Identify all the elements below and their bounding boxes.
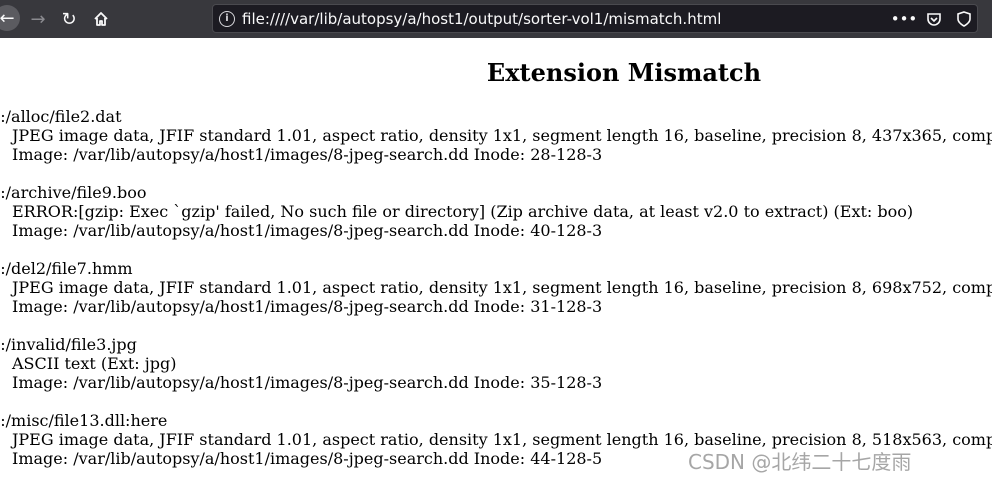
list-item: C:/del2/file7.hmm JPEG image data, JFIF … bbox=[0, 259, 992, 316]
home-button[interactable] bbox=[89, 7, 113, 31]
file-description: ERROR:[gzip: Exec `gzip' failed, No such… bbox=[12, 202, 914, 221]
image-info: Image: /var/lib/autopsy/a/host1/images/8… bbox=[12, 297, 603, 316]
list-item: C:/archive/file9.boo ERROR:[gzip: Exec `… bbox=[0, 183, 992, 240]
image-info: Image: /var/lib/autopsy/a/host1/images/8… bbox=[12, 373, 603, 392]
url-actions: ••• bbox=[891, 7, 977, 31]
file-path: C:/del2/file7.hmm bbox=[0, 259, 133, 278]
browser-toolbar: ← → ↻ i file:////var/lib/autopsy/a/host1… bbox=[0, 0, 992, 38]
page-title: Extension Mismatch bbox=[486, 58, 762, 87]
forward-icon: → bbox=[30, 8, 46, 30]
mismatch-list: C:/alloc/file2.dat JPEG image data, JFIF… bbox=[0, 107, 992, 487]
reload-icon: ↻ bbox=[61, 8, 77, 30]
forward-button[interactable]: → bbox=[26, 7, 50, 31]
file-path: C:/invalid/file3.jpg bbox=[0, 335, 137, 354]
url-text[interactable]: file:////var/lib/autopsy/a/host1/output/… bbox=[242, 10, 721, 28]
file-path: C:/archive/file9.boo bbox=[0, 183, 147, 202]
file-path: C:/misc/file13.dll:here bbox=[0, 411, 168, 430]
more-icon[interactable]: ••• bbox=[891, 8, 918, 30]
file-path: C:/alloc/file2.dat bbox=[0, 107, 122, 126]
file-description: JPEG image data, JFIF standard 1.01, asp… bbox=[12, 126, 992, 145]
image-info: Image: /var/lib/autopsy/a/host1/images/8… bbox=[12, 145, 603, 164]
url-bar[interactable]: i file:////var/lib/autopsy/a/host1/outpu… bbox=[212, 4, 978, 33]
watermark: CSDN @北纬二十七度雨 bbox=[688, 450, 912, 474]
shield-icon[interactable] bbox=[953, 8, 975, 30]
back-icon: ← bbox=[0, 7, 15, 29]
list-item: C:/alloc/file2.dat JPEG image data, JFIF… bbox=[0, 107, 992, 164]
pocket-icon[interactable] bbox=[923, 8, 945, 30]
file-description: ASCII text (Ext: jpg) bbox=[12, 354, 177, 373]
info-icon[interactable]: i bbox=[219, 11, 235, 27]
list-item: C:/invalid/file3.jpg ASCII text (Ext: jp… bbox=[0, 335, 992, 392]
reload-button[interactable]: ↻ bbox=[57, 7, 81, 31]
back-button[interactable]: ← bbox=[0, 5, 20, 31]
image-info: Image: /var/lib/autopsy/a/host1/images/8… bbox=[12, 221, 603, 240]
file-description: JPEG image data, JFIF standard 1.01, asp… bbox=[12, 278, 992, 297]
home-icon bbox=[94, 12, 108, 26]
